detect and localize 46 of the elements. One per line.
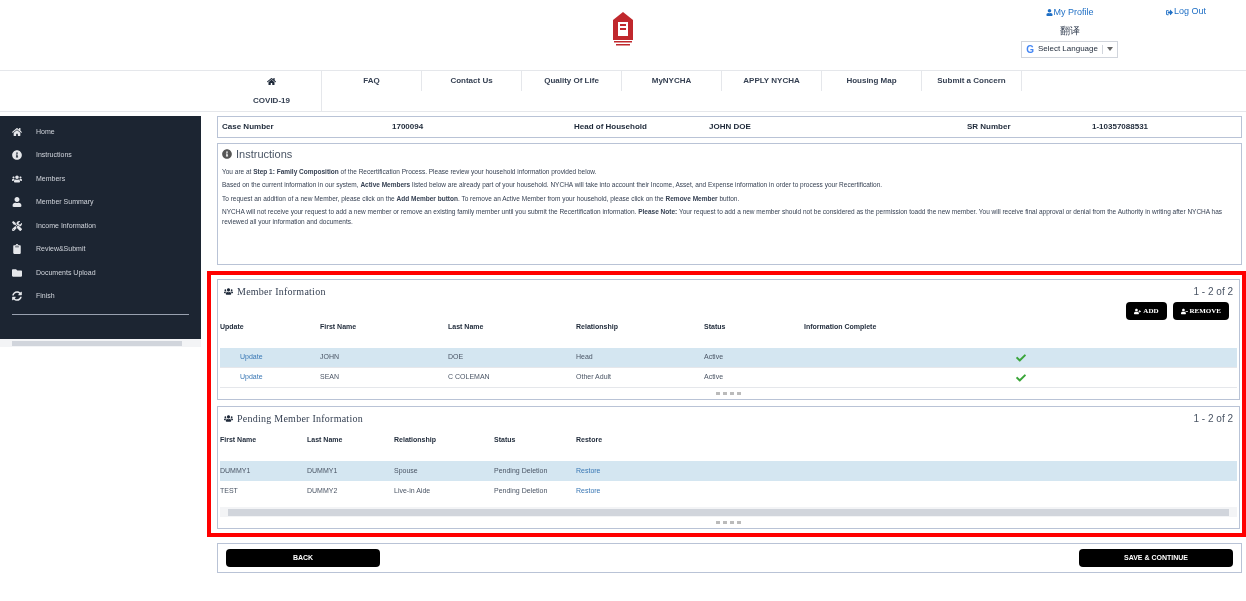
case-number-label: Case Number xyxy=(222,121,275,133)
record-count: 1 - 2 of 2 xyxy=(1193,411,1233,426)
users-icon xyxy=(224,413,233,423)
user-icon xyxy=(1045,9,1053,17)
nav-tab[interactable]: Submit a Concern xyxy=(922,71,1022,91)
horizontal-scrollbar[interactable] xyxy=(0,339,201,347)
info-icon xyxy=(222,149,232,160)
logout-icon xyxy=(1165,8,1173,16)
panel-title: Member Information xyxy=(237,284,326,299)
language-label: Select Language xyxy=(1037,43,1098,55)
home-icon xyxy=(267,76,276,86)
nav-tab[interactable]: Contact Us xyxy=(422,71,522,91)
sr-number-value: 1-10357088531 xyxy=(1092,121,1149,133)
info-icon xyxy=(12,150,22,161)
caret-icon xyxy=(1106,47,1113,51)
nav-tab[interactable]: FAQ xyxy=(322,71,422,91)
add-user-icon xyxy=(1134,307,1142,315)
home-icon xyxy=(12,126,22,137)
head-label: Head of Household xyxy=(574,121,648,133)
instructions-title: Instructions xyxy=(236,147,293,162)
nav-tab[interactable]: Quality Of Life xyxy=(522,71,622,91)
user-icon xyxy=(12,197,22,208)
refresh-icon xyxy=(12,291,22,302)
horizontal-scrollbar[interactable] xyxy=(220,507,1237,517)
users-icon xyxy=(224,286,233,296)
my-profile-link[interactable]: My Profile xyxy=(1053,6,1094,20)
logout-link[interactable]: Log Out xyxy=(1173,5,1206,19)
pager-dots-icon xyxy=(715,521,742,524)
nav-tab[interactable]: MyNYCHA xyxy=(622,71,722,91)
head-value: JOHN DOE xyxy=(709,121,752,133)
record-count: 1 - 2 of 2 xyxy=(1193,284,1233,299)
clipboard-icon xyxy=(12,244,22,255)
nav-tab[interactable]: Housing Map xyxy=(822,71,922,91)
remove-user-icon xyxy=(1180,307,1188,315)
google-logo: G xyxy=(1026,42,1034,57)
sr-number-label: SR Number xyxy=(967,121,1012,133)
folder-icon xyxy=(12,267,22,278)
translate-label: 翻译 xyxy=(1059,23,1080,38)
pager-dots-icon xyxy=(715,392,742,395)
panel-title: Pending Member Information xyxy=(237,411,363,426)
nav-tab[interactable]: APPLY NYCHA xyxy=(722,71,822,91)
nav-tab[interactable]: COVID-19 xyxy=(222,91,322,111)
tools-icon xyxy=(12,220,22,231)
language-select[interactable]: G Select Language xyxy=(1021,40,1118,58)
users-icon xyxy=(12,173,22,184)
case-number-value: 1700094 xyxy=(392,121,425,133)
